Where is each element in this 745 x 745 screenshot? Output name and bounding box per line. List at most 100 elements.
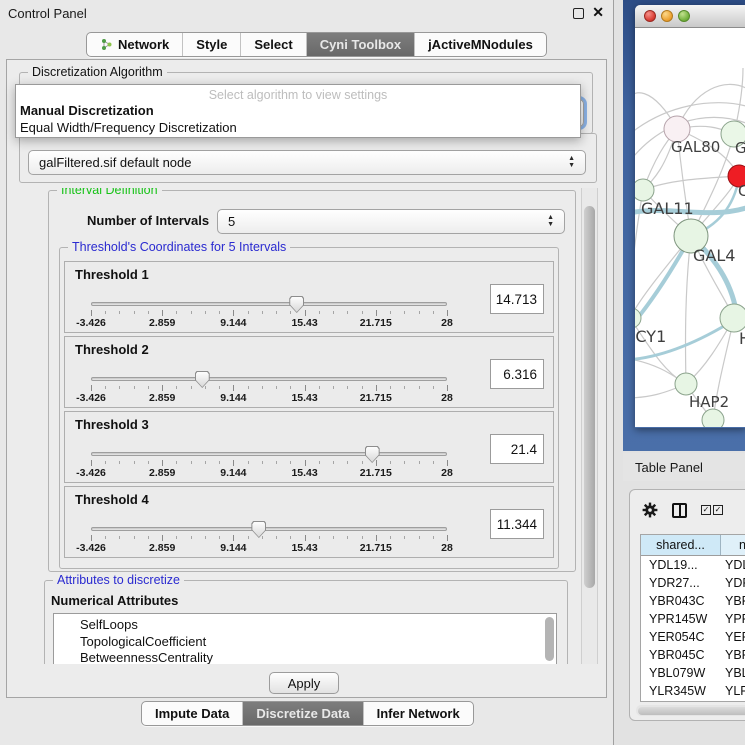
tick-label: 21.715 xyxy=(360,542,392,554)
tab-discretize-data[interactable]: Discretize Data xyxy=(242,702,362,725)
close-traffic-light-icon[interactable] xyxy=(644,10,656,22)
threshold-panel-3: Threshold 3-3.4262.8599.14415.4321.71528… xyxy=(64,411,554,483)
tick-label: 28 xyxy=(441,467,453,479)
algorithm-option-equal-width-frequency-discretization[interactable]: Equal Width/Frequency Discretization xyxy=(16,119,580,136)
threshold-value-field[interactable]: 11.344 xyxy=(490,509,544,539)
minimize-traffic-light-icon[interactable] xyxy=(661,10,673,22)
tick-label: 2.859 xyxy=(149,392,175,404)
table-row[interactable]: YBR045CYBR0 xyxy=(641,646,745,664)
slider-ticks xyxy=(91,460,447,467)
threshold-panel-4: Threshold 4-3.4262.8599.14415.4321.71528… xyxy=(64,486,554,558)
table-panel: shared... n YDL19...YDL1YDR27...YDR2YBR0… xyxy=(629,489,745,721)
slider-track[interactable] xyxy=(91,302,447,306)
table-row[interactable]: YDR27...YDR2 xyxy=(641,574,745,592)
table-row[interactable]: YBR043CYBR0 xyxy=(641,592,745,610)
network-canvas[interactable]: GAL80 GA C GAL11 GAL4 GCY1 H HAP2 xyxy=(635,28,745,427)
table-row[interactable]: YPR145WYPR1 xyxy=(641,610,745,628)
tab-cyni-toolbox[interactable]: Cyni Toolbox xyxy=(306,33,414,56)
zoom-traffic-light-icon[interactable] xyxy=(678,10,690,22)
list-scrollbar-thumb[interactable] xyxy=(545,617,554,661)
cell-name: YDL1 xyxy=(721,558,745,572)
threshold-value-field[interactable]: 14.713 xyxy=(490,284,544,314)
cell-name: YBL0 xyxy=(721,666,745,680)
apply-button[interactable]: Apply xyxy=(269,672,339,694)
tick-label: 9.144 xyxy=(220,317,246,329)
tab-select[interactable]: Select xyxy=(240,33,305,56)
tab-infer-network[interactable]: Infer Network xyxy=(363,702,473,725)
network-nodes[interactable] xyxy=(635,116,745,427)
table-row[interactable]: YBL079WYBL0 xyxy=(641,664,745,682)
tick-label: 15.43 xyxy=(291,317,317,329)
cell-name: YLR3 xyxy=(721,684,745,698)
split-columns-icon[interactable] xyxy=(672,503,687,518)
cell-name: YBR0 xyxy=(721,594,745,608)
gear-icon[interactable] xyxy=(642,502,658,518)
panel-title: Control Panel xyxy=(8,6,87,21)
attribute-item-selfloops[interactable]: SelfLoops xyxy=(54,617,556,634)
column-header-shared-name[interactable]: shared... xyxy=(641,535,721,555)
threshold-value-field[interactable]: 21.4 xyxy=(490,434,544,464)
table-hscrollbar-thumb[interactable] xyxy=(638,707,745,715)
panel-scrollbar[interactable] xyxy=(581,188,598,664)
network-node[interactable] xyxy=(720,304,745,332)
table-panel-toolbar xyxy=(642,499,723,521)
tick-label: 15.43 xyxy=(291,467,317,479)
tick-label: -3.426 xyxy=(76,542,106,554)
tab-impute-data[interactable]: Impute Data xyxy=(142,702,242,725)
tab-jactivemnodules[interactable]: jActiveMNodules xyxy=(414,33,546,56)
slider-track[interactable] xyxy=(91,452,447,456)
table-row[interactable]: YIL052CYIL0 xyxy=(641,700,745,702)
network-node[interactable] xyxy=(702,409,724,427)
threshold-value-field[interactable]: 6.316 xyxy=(490,359,544,389)
node-label-gal80: GAL80 xyxy=(671,138,720,156)
network-view-frame: GAL80 GA C GAL11 GAL4 GCY1 H HAP2 xyxy=(623,0,745,451)
slider-ticks xyxy=(91,385,447,392)
close-icon[interactable]: ✕ xyxy=(592,4,604,21)
table-data-combobox[interactable]: galFiltered.sif default node xyxy=(28,150,586,175)
column-header-name[interactable]: n xyxy=(721,535,745,555)
tick-label: 2.859 xyxy=(149,467,175,479)
algorithm-dropdown-popup: Select algorithm to view settings Manual… xyxy=(15,84,581,138)
threshold-label: Threshold 3 xyxy=(75,417,149,432)
cell-shared-name: YDR27... xyxy=(641,576,721,590)
node-table: shared... n YDL19...YDL1YDR27...YDR2YBR0… xyxy=(640,534,745,702)
cell-name: YER0 xyxy=(721,630,745,644)
tab-label: jActiveMNodules xyxy=(428,37,533,52)
combo-stepper-icon xyxy=(547,215,554,228)
table-header: shared... n xyxy=(641,535,745,556)
float-window-icon[interactable] xyxy=(573,8,584,19)
select-columns-icon[interactable] xyxy=(701,505,723,515)
network-node[interactable] xyxy=(675,373,697,395)
table-row[interactable]: YLR345WYLR3 xyxy=(641,682,745,700)
checkbox-icon xyxy=(713,505,723,515)
slider-track[interactable] xyxy=(91,377,447,381)
table-row[interactable]: YER054CYER0 xyxy=(641,628,745,646)
slider-track[interactable] xyxy=(91,527,447,531)
panel-scrollbar-thumb[interactable] xyxy=(584,206,595,588)
tab-label: Cyni Toolbox xyxy=(320,37,401,52)
table-hscrollbar[interactable] xyxy=(636,705,745,716)
network-node[interactable] xyxy=(635,308,641,328)
threshold-label: Threshold 4 xyxy=(75,492,149,507)
numerical-attributes-list[interactable]: SelfLoopsTopologicalCoefficientBetweenne… xyxy=(53,613,557,664)
table-row[interactable]: YDL19...YDL1 xyxy=(641,556,745,574)
node-label-gcy1: GCY1 xyxy=(635,327,666,346)
algorithm-option-manual-discretization[interactable]: Manual Discretization xyxy=(16,102,580,119)
num-intervals-combobox[interactable]: 5 xyxy=(217,209,565,234)
attribute-item-topologicalcoefficient[interactable]: TopologicalCoefficient xyxy=(54,634,556,651)
numerical-attributes-label: Numerical Attributes xyxy=(51,593,178,608)
network-graph[interactable]: GAL80 GA C GAL11 GAL4 GCY1 H HAP2 xyxy=(635,28,745,427)
tick-label: 2.859 xyxy=(149,542,175,554)
tab-style[interactable]: Style xyxy=(182,33,240,56)
attribute-item-betweennesscentrality[interactable]: BetweennessCentrality xyxy=(54,650,556,664)
tick-label: 15.43 xyxy=(291,542,317,554)
tick-label: 9.144 xyxy=(220,542,246,554)
slider-tick-labels: -3.4262.8599.14415.4321.71528 xyxy=(91,392,447,404)
group-label: Threshold's Coordinates for 5 Intervals xyxy=(68,240,290,254)
network-node[interactable] xyxy=(635,179,654,201)
table-data-group: Table Data galFiltered.sif default node xyxy=(19,133,597,183)
table-panel-titlebar: Table Panel xyxy=(623,453,745,481)
tab-label: Discretize Data xyxy=(256,706,349,721)
tab-network[interactable]: Network xyxy=(87,33,182,56)
tick-label: 21.715 xyxy=(360,392,392,404)
